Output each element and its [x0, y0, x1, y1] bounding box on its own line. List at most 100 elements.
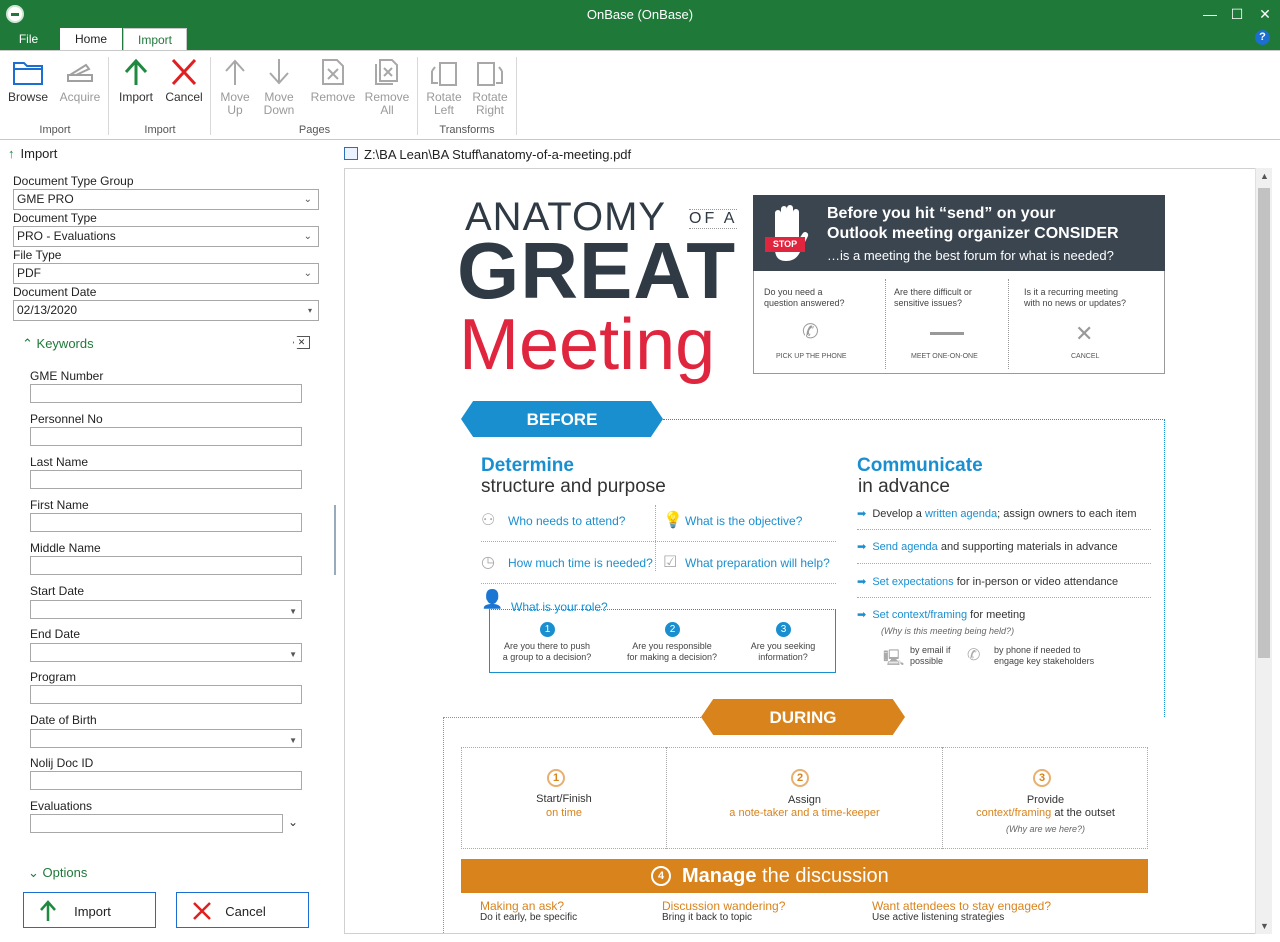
- doc-date-picker[interactable]: 02/13/2020 ▾: [13, 300, 319, 321]
- keyword-label: Program: [30, 670, 77, 684]
- keyword-label: End Date: [30, 627, 81, 641]
- scroll-thumb[interactable]: [1258, 188, 1270, 658]
- manage-item-3: Want attendees to stay engaged?: [872, 899, 1052, 913]
- time-question: How much time is needed?: [508, 556, 653, 570]
- first-name-input[interactable]: [30, 513, 302, 532]
- program-input[interactable]: [30, 685, 302, 704]
- group-label-pages: Pages: [298, 124, 331, 136]
- date-of-birth-picker[interactable]: ▼: [30, 729, 302, 748]
- question-3: Is it a recurring meeting with no news or…: [1024, 287, 1127, 308]
- cancel-ribbon-button[interactable]: Cancel: [162, 57, 206, 104]
- cancel-button[interactable]: Cancel: [176, 892, 309, 928]
- evaluations-input[interactable]: [30, 814, 283, 833]
- move-up-label-1: Move: [220, 90, 250, 104]
- options-header: Options: [42, 865, 88, 880]
- document-icon: [344, 147, 358, 160]
- help-icon[interactable]: ?: [1255, 30, 1270, 45]
- close-button[interactable]: ✕: [1255, 4, 1275, 24]
- meeting-table-icon: [930, 321, 964, 335]
- nolij-doc-id-input[interactable]: [30, 771, 302, 790]
- doc-type-group-select[interactable]: GME PRO ⌄: [13, 189, 319, 210]
- tab-import[interactable]: Import: [123, 28, 187, 50]
- scroll-up-icon[interactable]: ▲: [1256, 171, 1273, 181]
- remove-all-label-1: Remove: [364, 90, 410, 104]
- scanner-icon: [67, 63, 93, 82]
- consider-line3: …is a meeting the best forum for what is…: [827, 248, 1114, 263]
- minimize-button[interactable]: —: [1200, 4, 1220, 24]
- tab-file[interactable]: File: [0, 28, 57, 50]
- start-date-picker[interactable]: ▼: [30, 600, 302, 619]
- before-label: BEFORE: [526, 410, 598, 429]
- import-ribbon-button[interactable]: Import: [114, 57, 158, 104]
- stop-hand-icon: [765, 203, 815, 263]
- keywords-header: Keywords: [36, 336, 94, 351]
- remove-button[interactable]: Remove: [308, 57, 358, 104]
- move-down-label-2: Down: [263, 103, 295, 117]
- during-label: DURING: [769, 708, 837, 727]
- arrow-up-icon: [225, 59, 245, 85]
- move-up-button[interactable]: Move Up: [215, 57, 255, 117]
- viewer-scrollbar[interactable]: ▲ ▼: [1255, 168, 1272, 934]
- remove-all-button[interactable]: Remove All: [362, 57, 412, 117]
- step-1-title: Start/Finish: [536, 793, 592, 805]
- remove-page-icon: [322, 59, 344, 85]
- move-down-button[interactable]: Move Down: [259, 57, 299, 117]
- doc-date-label: Document Date: [13, 285, 97, 299]
- step-3-sub: context/framing at the outset: [976, 807, 1115, 819]
- rotate-left-button[interactable]: Rotate Left: [422, 57, 466, 117]
- acquire-button[interactable]: Acquire: [56, 57, 104, 104]
- keywords-toggle[interactable]: ⌃ Keywords: [22, 336, 94, 352]
- manage-title: Manage the discussion: [682, 865, 889, 887]
- maximize-button[interactable]: ☐: [1227, 4, 1247, 24]
- scroll-down-icon[interactable]: ▼: [1256, 921, 1273, 931]
- options-toggle[interactable]: ⌄ Options: [28, 865, 87, 881]
- during-border: [443, 717, 444, 933]
- rotate-right-button[interactable]: Rotate Right: [468, 57, 512, 117]
- gme-number-input[interactable]: [30, 384, 302, 403]
- expand-icon[interactable]: ⌄: [288, 815, 298, 829]
- prep-question: What preparation will help?: [685, 556, 830, 570]
- communicate-item-4: ➡ Set context/framing for meeting: [857, 609, 1026, 621]
- role-3-text: Are you seeking information?: [750, 641, 816, 662]
- step-2-sub: a note-taker and a time-keeper: [729, 807, 880, 819]
- by-email: by email if possible: [910, 645, 951, 666]
- group-label-transforms: Transforms: [439, 124, 495, 136]
- middle-name-input[interactable]: [30, 556, 302, 575]
- rotate-left-icon: [431, 62, 457, 86]
- by-phone: by phone if needed to engage key stakehol…: [994, 645, 1095, 666]
- tab-home[interactable]: Home: [60, 28, 122, 50]
- doc-great: GREAT: [457, 226, 737, 315]
- phone-icon: ✆: [802, 321, 819, 343]
- clear-keywords-icon[interactable]: ✕: [293, 336, 310, 349]
- import-button[interactable]: Import: [23, 892, 156, 928]
- communicate-sub: in advance: [858, 476, 950, 497]
- determine-sub: structure and purpose: [481, 476, 666, 497]
- personnel-no-input[interactable]: [30, 427, 302, 446]
- arrow-right-icon: ➡: [857, 541, 867, 553]
- people-icon: ⚇: [481, 512, 496, 529]
- pane-splitter[interactable]: [334, 505, 336, 575]
- divider: [885, 279, 886, 369]
- manage-item-2: Discussion wandering?: [662, 899, 786, 913]
- caret-down-icon: ▼: [289, 607, 297, 616]
- doc-type-select[interactable]: PRO - Evaluations ⌄: [13, 226, 319, 247]
- role-1-text: Are you there to push a group to a decisi…: [502, 641, 592, 662]
- keyword-label: Nolij Doc ID: [30, 756, 94, 770]
- doc-date-value: 02/13/2020: [17, 303, 78, 317]
- end-date-picker[interactable]: ▼: [30, 643, 302, 662]
- manage-item-1-sub: Do it early, be specific: [480, 912, 578, 923]
- caret-down-icon: ▼: [289, 736, 297, 745]
- doc-type-label: Document Type: [13, 211, 97, 225]
- manage-item-3-sub: Use active listening strategies: [872, 912, 1005, 923]
- last-name-input[interactable]: [30, 470, 302, 489]
- file-path: Z:\BA Lean\BA Stuff\anatomy-of-a-meeting…: [364, 147, 632, 162]
- arrow-down-icon: [269, 59, 289, 85]
- step-2-number: 2: [791, 769, 809, 787]
- file-type-label: File Type: [13, 248, 62, 262]
- document-viewer[interactable]: ANATOMY OF A GREAT Meeting STOP Before y…: [344, 168, 1272, 934]
- step-3-note: (Why are we here?): [1005, 824, 1086, 834]
- file-type-select[interactable]: PDF ⌄: [13, 263, 319, 284]
- import-pane-header: ↑ Import: [8, 146, 57, 161]
- doc-type-group-value: GME PRO: [17, 192, 74, 206]
- browse-button[interactable]: Browse: [6, 57, 50, 104]
